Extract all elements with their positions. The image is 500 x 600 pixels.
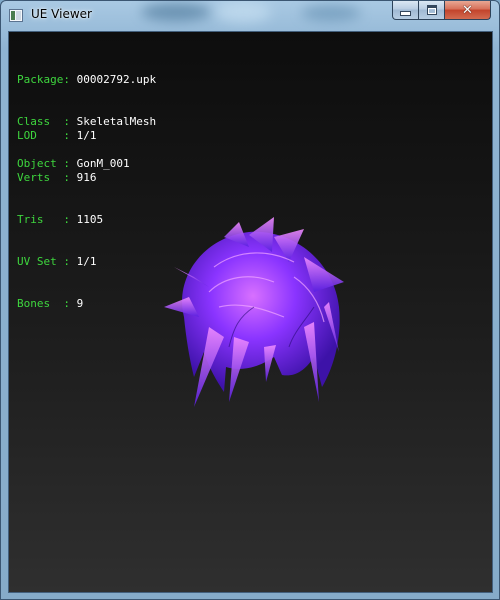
package-label: Package	[17, 73, 64, 86]
package-row: Package: 00002792.upk	[17, 73, 156, 87]
verts-label: Verts	[17, 171, 64, 184]
separator: :	[63, 213, 77, 226]
verts-row: Verts : 916	[17, 171, 103, 185]
bones-value: 9	[76, 297, 84, 310]
separator: :	[63, 255, 77, 268]
title-bar[interactable]: UE Viewer ✕	[1, 1, 499, 31]
minimize-button[interactable]	[392, 1, 419, 20]
tris-row: Tris : 1105	[17, 213, 103, 227]
tris-label: Tris	[17, 213, 64, 226]
uvset-row: UV Set : 1/1	[17, 255, 103, 269]
separator: :	[63, 129, 77, 142]
window-title: UE Viewer	[31, 7, 92, 21]
lod-label: LOD	[17, 129, 64, 142]
verts-value: 916	[76, 171, 97, 184]
bones-row: Bones : 9	[17, 297, 103, 311]
lod-row: LOD : 1/1	[17, 129, 103, 143]
hair-mesh-render[interactable]	[154, 207, 354, 412]
ue-viewer-window: UE Viewer ✕ Package: 00002792.upk Class …	[0, 0, 500, 600]
mesh-stats: LOD : 1/1 Verts : 916 Tris : 1105 UV Set…	[17, 101, 103, 339]
maximize-button[interactable]	[418, 1, 445, 20]
separator: :	[63, 73, 77, 86]
3d-viewport[interactable]: Package: 00002792.upk Class : SkeletalMe…	[8, 31, 493, 593]
separator: :	[63, 171, 77, 184]
tris-value: 1105	[76, 213, 104, 226]
bones-label: Bones	[17, 297, 64, 310]
uvset-label: UV Set	[17, 255, 64, 268]
lod-value: 1/1	[76, 129, 97, 142]
minimize-icon	[400, 10, 411, 16]
maximize-icon	[426, 5, 437, 15]
separator: :	[63, 297, 77, 310]
uvset-value: 1/1	[76, 255, 97, 268]
package-value: 00002792.upk	[76, 73, 157, 86]
close-button[interactable]: ✕	[444, 1, 491, 20]
close-icon: ✕	[462, 2, 473, 18]
app-icon	[9, 9, 23, 22]
